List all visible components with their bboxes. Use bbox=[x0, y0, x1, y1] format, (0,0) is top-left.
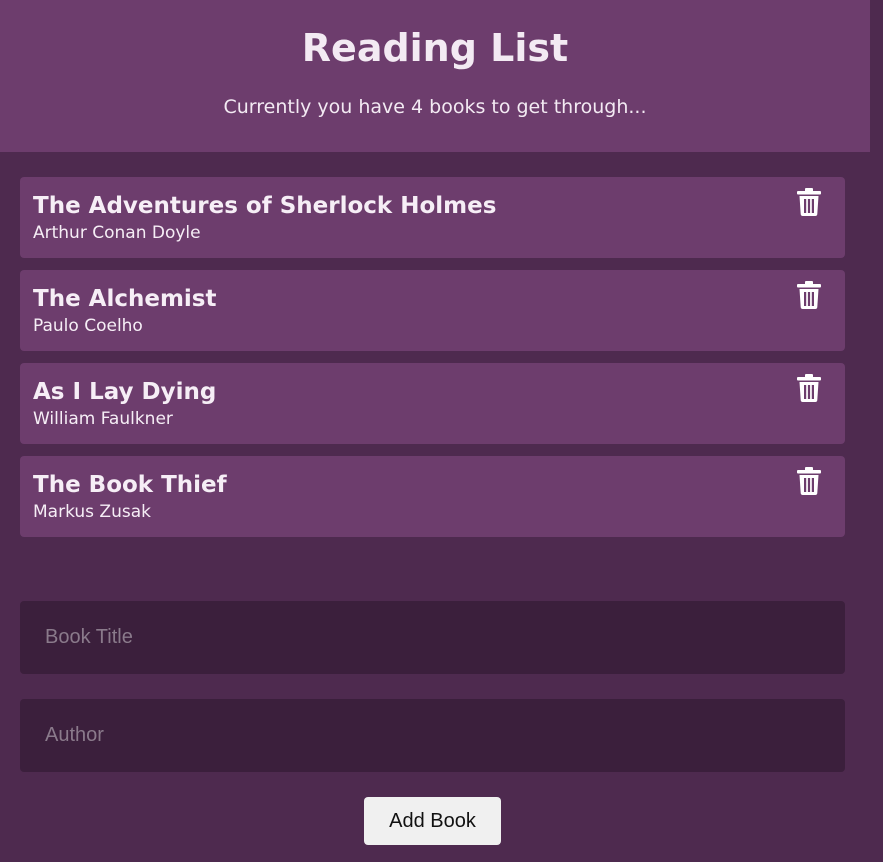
book-list: The Adventures of Sherlock Holmes Arthur… bbox=[20, 177, 845, 549]
trash-icon[interactable] bbox=[797, 281, 821, 309]
book-author: Markus Zusak bbox=[33, 502, 151, 522]
book-title: The Book Thief bbox=[33, 472, 227, 498]
book-title-input[interactable] bbox=[20, 601, 845, 674]
book-title: The Adventures of Sherlock Holmes bbox=[33, 193, 497, 219]
author-input[interactable] bbox=[20, 699, 845, 772]
book-card[interactable]: The Adventures of Sherlock Holmes Arthur… bbox=[20, 177, 845, 258]
book-author: Paulo Coelho bbox=[33, 316, 143, 336]
page-title: Reading List bbox=[301, 26, 569, 70]
add-book-form: Add Book bbox=[20, 601, 845, 845]
add-book-button[interactable]: Add Book bbox=[364, 797, 501, 845]
trash-icon[interactable] bbox=[797, 374, 821, 402]
book-card[interactable]: As I Lay Dying William Faulkner bbox=[20, 363, 845, 444]
trash-icon[interactable] bbox=[797, 188, 821, 216]
scrollbar[interactable] bbox=[870, 0, 883, 862]
book-card[interactable]: The Alchemist Paulo Coelho bbox=[20, 270, 845, 351]
reading-list-app: Reading List Currently you have 4 books … bbox=[0, 0, 870, 862]
book-author: William Faulkner bbox=[33, 409, 173, 429]
book-count-subtitle: Currently you have 4 books to get throug… bbox=[223, 96, 647, 118]
app-header: Reading List Currently you have 4 books … bbox=[0, 0, 870, 152]
book-author: Arthur Conan Doyle bbox=[33, 223, 201, 243]
book-card[interactable]: The Book Thief Markus Zusak bbox=[20, 456, 845, 537]
trash-icon[interactable] bbox=[797, 467, 821, 495]
book-title: The Alchemist bbox=[33, 286, 217, 312]
book-title: As I Lay Dying bbox=[33, 379, 217, 405]
